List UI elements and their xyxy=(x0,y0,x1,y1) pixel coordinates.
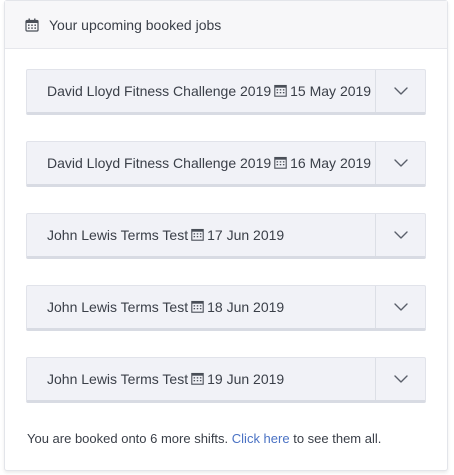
job-date: 17 Jun 2019 xyxy=(207,227,285,243)
job-item[interactable]: David Lloyd Fitness Challenge 2019 16 Ma… xyxy=(26,141,426,187)
job-label: John Lewis Terms Test 17 Jun 2019 xyxy=(27,214,375,256)
job-label: John Lewis Terms Test 18 Jun 2019 xyxy=(27,286,375,328)
panel-header: Your upcoming booked jobs xyxy=(5,1,447,49)
job-label: David Lloyd Fitness Challenge 2019 15 Ma… xyxy=(27,70,375,112)
see-all-shifts-link[interactable]: Click here xyxy=(232,431,290,446)
footer-prefix: You are booked onto 6 more shifts. xyxy=(27,431,229,446)
calendar-icon xyxy=(191,372,204,385)
job-item[interactable]: John Lewis Terms Test 18 Jun 2019 xyxy=(26,285,426,331)
job-item[interactable]: John Lewis Terms Test 19 Jun 2019 xyxy=(26,357,426,403)
chevron-down-icon xyxy=(393,298,408,316)
expand-toggle[interactable] xyxy=(375,142,425,184)
upcoming-jobs-panel: Your upcoming booked jobs David Lloyd Fi… xyxy=(4,0,448,471)
chevron-down-icon xyxy=(393,226,408,244)
job-name: David Lloyd Fitness Challenge 2019 xyxy=(47,155,272,171)
footer-suffix: to see them all. xyxy=(293,431,382,446)
job-date: 18 Jun 2019 xyxy=(207,299,285,315)
chevron-down-icon xyxy=(393,154,408,172)
job-date: 19 Jun 2019 xyxy=(207,371,285,387)
job-label: John Lewis Terms Test 19 Jun 2019 xyxy=(27,358,375,400)
chevron-down-icon xyxy=(393,370,408,388)
job-label: David Lloyd Fitness Challenge 2019 16 Ma… xyxy=(27,142,375,184)
calendar-icon xyxy=(25,18,39,32)
job-date: 15 May 2019 xyxy=(290,83,372,99)
job-date: 16 May 2019 xyxy=(290,155,372,171)
chevron-down-icon xyxy=(393,82,408,100)
calendar-icon xyxy=(274,84,287,97)
job-item[interactable]: David Lloyd Fitness Challenge 2019 15 Ma… xyxy=(26,69,426,115)
job-name: John Lewis Terms Test xyxy=(47,227,189,243)
expand-toggle[interactable] xyxy=(375,214,425,256)
expand-toggle[interactable] xyxy=(375,358,425,400)
expand-toggle[interactable] xyxy=(375,70,425,112)
job-name: John Lewis Terms Test xyxy=(47,299,189,315)
calendar-icon xyxy=(191,228,204,241)
expand-toggle[interactable] xyxy=(375,286,425,328)
panel-title: Your upcoming booked jobs xyxy=(49,16,222,33)
calendar-icon xyxy=(274,156,287,169)
jobs-list: David Lloyd Fitness Challenge 2019 15 Ma… xyxy=(5,49,447,403)
more-shifts-message: You are booked onto 6 more shifts. Click… xyxy=(27,431,381,446)
job-name: John Lewis Terms Test xyxy=(47,371,189,387)
calendar-icon xyxy=(191,300,204,313)
job-name: David Lloyd Fitness Challenge 2019 xyxy=(47,83,272,99)
job-item[interactable]: John Lewis Terms Test 17 Jun 2019 xyxy=(26,213,426,259)
